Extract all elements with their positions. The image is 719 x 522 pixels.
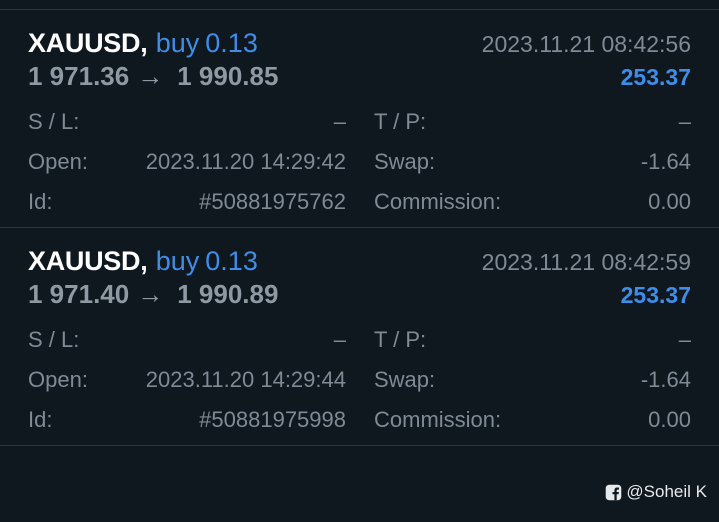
commission-label: Commission: [374, 407, 502, 432]
symbol: XAUUSD [28, 28, 141, 58]
trade-volume: 0.13 [205, 28, 258, 58]
commission-value: 0.00 [648, 407, 691, 432]
trade-profit: 253.37 [620, 282, 691, 308]
facebook-icon [606, 484, 622, 500]
open-value: 2023.11.20 14:29:42 [145, 149, 346, 174]
open-price: 1 971.36 [28, 61, 130, 91]
tp-label: T / P: [374, 109, 427, 134]
swap-value: -1.64 [640, 367, 691, 392]
swap-value: -1.64 [640, 149, 691, 174]
trade-header: XAUUSD, buy 0.13 [28, 28, 258, 58]
trade-volume: 0.13 [205, 246, 258, 276]
tp-value: – [678, 109, 691, 134]
trade-row[interactable]: XAUUSD, buy 0.13 1 971.36 → 1 990.85 2023.11… [0, 10, 719, 228]
watermark-text: @Soheil K [626, 482, 707, 501]
price-line: 1 971.36 → 1 990.85 [28, 61, 278, 91]
swap-label: Swap: [374, 367, 436, 392]
tp-value: – [678, 327, 691, 352]
open-label: Open: [28, 367, 88, 392]
sl-value: – [333, 327, 346, 352]
trade-profit: 253.37 [620, 64, 691, 90]
trade-row[interactable]: XAUUSD, buy 0.13 1 971.40 → 1 990.89 2023.11… [0, 228, 719, 446]
commission-value: 0.00 [648, 189, 691, 214]
open-value: 2023.11.20 14:29:44 [145, 367, 346, 392]
price-line: 1 971.40 → 1 990.89 [28, 279, 278, 309]
id-value: #50881975998 [199, 407, 346, 432]
tp-label: T / P: [374, 327, 427, 352]
trade-header: XAUUSD, buy 0.13 [28, 246, 258, 276]
open-price: 1 971.40 [28, 279, 130, 309]
arrow-right-icon: → [137, 279, 164, 309]
current-price: 1 990.89 [177, 279, 279, 309]
trade-time: 2023.11.21 08:42:59 [481, 249, 691, 275]
id-label: Id: [28, 407, 53, 432]
trade-side: buy [155, 246, 200, 276]
watermark: @Soheil K [605, 482, 707, 502]
swap-label: Swap: [374, 149, 436, 174]
commission-label: Commission: [374, 189, 502, 214]
trade-side: buy [155, 28, 200, 58]
sl-label: S / L: [28, 327, 80, 352]
id-label: Id: [28, 189, 53, 214]
symbol-separator: , [140, 28, 148, 58]
sl-value: – [333, 109, 346, 134]
trade-time: 2023.11.21 08:42:56 [481, 31, 691, 57]
sl-label: S / L: [28, 109, 80, 134]
open-label: Open: [28, 149, 88, 174]
current-price: 1 990.85 [177, 61, 279, 91]
symbol-separator: , [140, 246, 148, 276]
arrow-right-icon: → [137, 61, 164, 91]
symbol: XAUUSD [28, 246, 141, 276]
id-value: #50881975762 [199, 189, 346, 214]
